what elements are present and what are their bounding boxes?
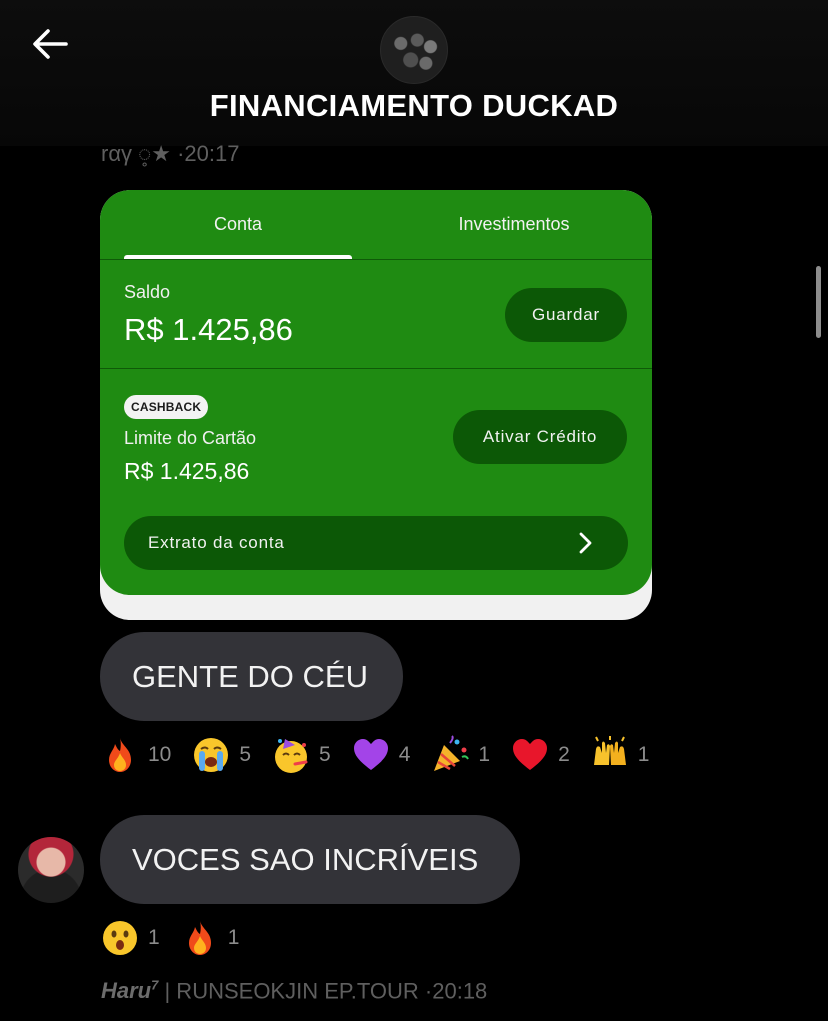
- message-meta-bottom: Haru7 | RUNSEOKJIN EP.TOUR ·20:18: [101, 978, 487, 1004]
- reaction-count: 1: [478, 743, 491, 766]
- reaction-count: 5: [239, 743, 252, 766]
- bank-account-card[interactable]: Conta Investimentos Saldo R$ 1.425,86 Gu…: [100, 190, 652, 595]
- loudly-crying-face-icon: [194, 738, 229, 772]
- author-name[interactable]: rαγ ◌̥★: [101, 141, 171, 166]
- reaction-astonished[interactable]: 1: [100, 918, 160, 958]
- raising-hands-icon: [593, 736, 626, 765]
- chat-header: FINANCIAMENTO DUCKAD: [0, 0, 828, 146]
- author-subtitle: | RUNSEOKJIN EP.TOUR: [164, 978, 419, 1004]
- tab-conta[interactable]: Conta: [124, 214, 352, 235]
- guardar-button[interactable]: Guardar: [505, 288, 627, 342]
- tab-investimentos[interactable]: Investimentos: [400, 214, 628, 235]
- reaction-red-heart[interactable]: 2: [510, 735, 570, 775]
- reaction-count: 2: [558, 743, 570, 766]
- limite-value: R$ 1.425,86: [124, 458, 250, 484]
- fire-icon: [188, 921, 211, 955]
- purple-heart-icon: [353, 739, 388, 770]
- reaction-purple-heart[interactable]: 4: [351, 735, 411, 775]
- timestamp: ·20:18: [424, 978, 488, 1004]
- saldo-value: R$ 1.425,86: [124, 312, 293, 347]
- reaction-count: 1: [637, 743, 650, 766]
- chat-title[interactable]: FINANCIAMENTO DUCKAD: [0, 88, 828, 124]
- reaction-count: 10: [148, 743, 172, 766]
- party-popper-icon: [434, 735, 470, 771]
- message-text: VOCES SAO INCRÍVEIS: [132, 841, 479, 877]
- reaction-fire[interactable]: 10: [100, 735, 171, 775]
- divider: [100, 259, 652, 260]
- reaction-fire[interactable]: 1: [180, 918, 240, 958]
- author-name[interactable]: Haru7: [101, 978, 158, 1003]
- reaction-bar: 10 5 5 4 1 2 1: [100, 735, 669, 775]
- saldo-label: Saldo: [124, 282, 171, 302]
- cashback-badge: CASHBACK: [124, 395, 209, 419]
- red-heart-icon: [513, 739, 548, 770]
- message-meta-top: rαγ ◌̥★ ·20:17: [101, 141, 239, 167]
- reaction-bar: 1 1: [100, 918, 259, 958]
- message-text: GENTE DO CÉU: [132, 658, 368, 694]
- fire-icon: [109, 738, 131, 772]
- divider: [100, 368, 652, 369]
- timestamp: ·20:17: [177, 141, 240, 166]
- chevron-right-icon: [579, 532, 592, 554]
- reaction-count: 4: [398, 743, 411, 766]
- extrato-button[interactable]: Extrato da conta: [124, 516, 628, 570]
- astonished-face-icon: [103, 921, 137, 955]
- avatar[interactable]: [18, 837, 84, 903]
- reaction-count: 1: [148, 926, 160, 949]
- reaction-raising-hands[interactable]: 1: [590, 735, 650, 775]
- ativar-credito-button[interactable]: Ativar Crédito: [453, 410, 627, 464]
- partying-face-icon: [275, 739, 308, 773]
- reaction-crying[interactable]: 5: [191, 735, 251, 775]
- extrato-label: Extrato da conta: [148, 533, 285, 552]
- group-avatar[interactable]: [380, 16, 448, 84]
- arrow-left-icon[interactable]: [28, 24, 72, 64]
- message-bubble[interactable]: VOCES SAO INCRÍVEIS: [100, 815, 520, 904]
- limite-label: Limite do Cartão: [124, 428, 257, 448]
- reaction-party-popper[interactable]: 1: [430, 735, 490, 775]
- reaction-partying[interactable]: 5: [271, 735, 331, 775]
- reaction-count: 5: [319, 743, 331, 766]
- scrollbar-thumb[interactable]: [816, 266, 821, 338]
- message-bubble[interactable]: GENTE DO CÉU: [100, 632, 403, 721]
- reaction-count: 1: [227, 926, 240, 949]
